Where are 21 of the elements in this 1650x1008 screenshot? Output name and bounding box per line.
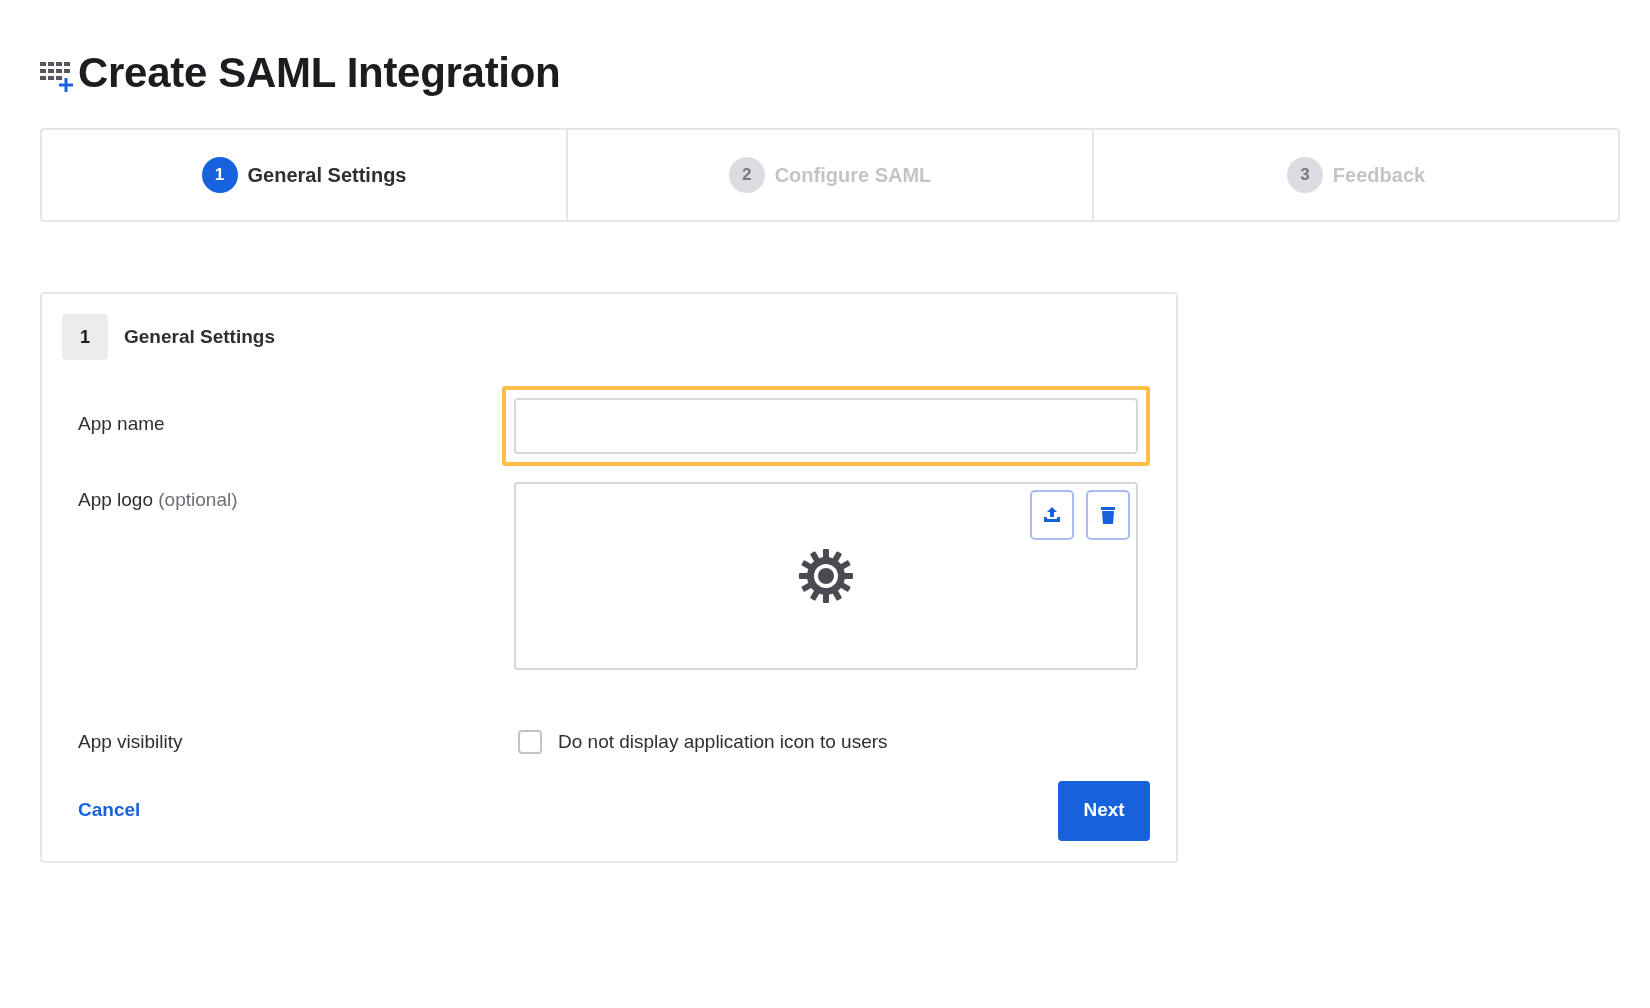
step-number: 1 [201, 157, 238, 193]
field-label: App visibility [77, 730, 184, 754]
delete-button[interactable] [1086, 490, 1130, 540]
field-label: App name [77, 412, 166, 436]
step-number: 2 [728, 157, 765, 193]
checkbox[interactable] [518, 730, 542, 755]
step-number: 3 [1286, 157, 1323, 193]
step-label: General Settings [247, 163, 407, 188]
gear-icon [798, 548, 854, 604]
checkbox-label: Do not display application icon to users [558, 730, 888, 754]
trash-icon [1100, 505, 1116, 525]
section-number: 1 [62, 314, 108, 360]
next-button[interactable]: Next [1058, 780, 1150, 841]
step-label: Configure SAML [774, 163, 932, 188]
upload-button[interactable] [1030, 490, 1074, 540]
section-title: General Settings [124, 324, 275, 349]
field-label: App logo (optional) [77, 488, 239, 512]
cancel-link[interactable]: Cancel [78, 796, 141, 825]
step-label: Feedback [1332, 163, 1426, 188]
app-name-field[interactable] [514, 398, 1138, 454]
page-title: Create SAML Integration [78, 52, 561, 94]
